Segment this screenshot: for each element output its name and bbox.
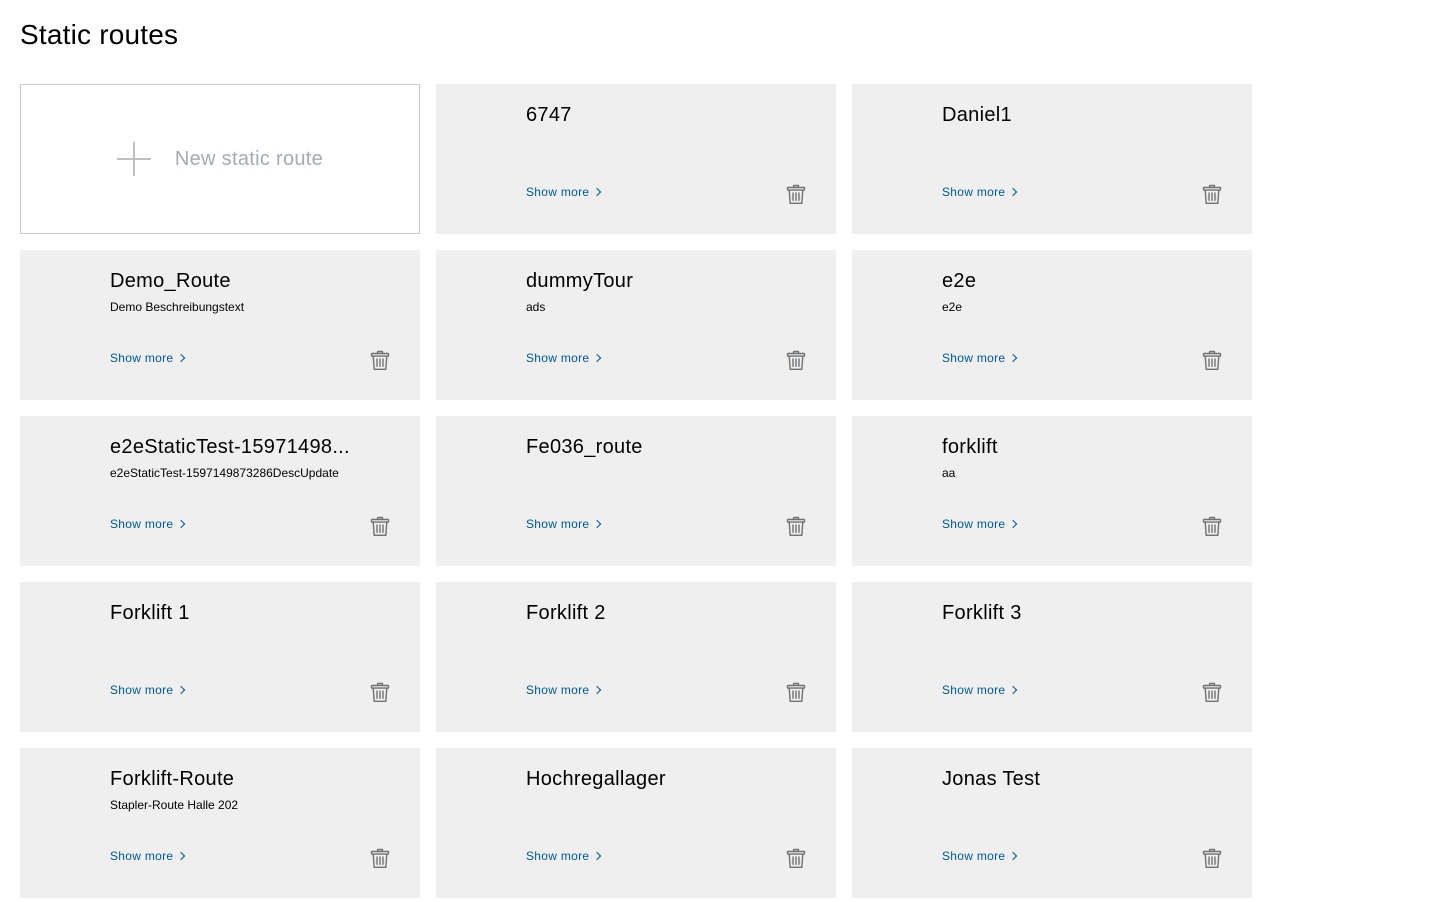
chevron-right-icon — [1009, 353, 1018, 362]
route-card: Fe036_route Show more — [436, 416, 836, 566]
trash-icon[interactable] — [1202, 349, 1222, 371]
chevron-right-icon — [593, 685, 602, 694]
show-more-link[interactable]: Show more — [942, 848, 1018, 864]
chevron-right-icon — [593, 519, 602, 528]
route-title: Fe036_route — [526, 436, 643, 458]
trash-icon[interactable] — [786, 847, 806, 869]
route-card: 6747 Show more — [436, 84, 836, 234]
show-more-link[interactable]: Show more — [942, 184, 1018, 200]
chevron-right-icon — [177, 851, 186, 860]
trash-icon[interactable] — [1202, 681, 1222, 703]
show-more-label: Show more — [942, 849, 1006, 863]
trash-icon[interactable] — [1202, 847, 1222, 869]
trash-icon[interactable] — [370, 515, 390, 537]
new-static-route-label: New static route — [174, 147, 324, 170]
route-card: Jonas Test Show more — [852, 748, 1252, 898]
chevron-right-icon — [1009, 851, 1018, 860]
route-title: Jonas Test — [942, 768, 1041, 790]
show-more-link[interactable]: Show more — [110, 848, 186, 864]
show-more-label: Show more — [526, 351, 590, 365]
show-more-link[interactable]: Show more — [526, 350, 602, 366]
route-card: Forklift 2 Show more — [436, 582, 836, 732]
route-card: Demo_Route Demo Beschreibungstext Show m… — [20, 250, 420, 400]
page-title: Static routes — [20, 19, 179, 50]
show-more-label: Show more — [110, 849, 174, 863]
trash-icon[interactable] — [786, 183, 806, 205]
chevron-right-icon — [1009, 685, 1018, 694]
chevron-right-icon — [593, 187, 602, 196]
chevron-right-icon — [177, 519, 186, 528]
show-more-label: Show more — [110, 351, 174, 365]
trash-icon[interactable] — [1202, 515, 1222, 537]
route-title: Forklift 1 — [110, 602, 190, 624]
route-card: Forklift 1 Show more — [20, 582, 420, 732]
trash-icon[interactable] — [370, 847, 390, 869]
show-more-link[interactable]: Show more — [110, 350, 186, 366]
route-card: e2e e2e Show more — [852, 250, 1252, 400]
route-description: e2e — [942, 300, 963, 314]
trash-icon[interactable] — [370, 349, 390, 371]
routes-grid: New static route 6747 Show more Daniel1 … — [20, 84, 1252, 898]
show-more-label: Show more — [942, 683, 1006, 697]
trash-icon[interactable] — [786, 349, 806, 371]
route-card: dummyTour ads Show more — [436, 250, 836, 400]
plus-icon — [116, 142, 151, 176]
route-card: Forklift 3 Show more — [852, 582, 1252, 732]
route-card: Hochregallager Show more — [436, 748, 836, 898]
trash-icon[interactable] — [786, 681, 806, 703]
chevron-right-icon — [593, 353, 602, 362]
trash-icon[interactable] — [370, 681, 390, 703]
route-description: aa — [942, 466, 956, 480]
show-more-label: Show more — [942, 517, 1006, 531]
show-more-link[interactable]: Show more — [526, 184, 602, 200]
show-more-link[interactable]: Show more — [526, 516, 602, 532]
route-description: Demo Beschreibungstext — [110, 300, 245, 314]
trash-icon[interactable] — [1202, 183, 1222, 205]
chevron-right-icon — [1009, 187, 1018, 196]
show-more-label: Show more — [110, 517, 174, 531]
new-static-route-button[interactable]: New static route — [20, 84, 420, 234]
route-title: Forklift 2 — [526, 602, 606, 624]
chevron-right-icon — [177, 353, 186, 362]
show-more-label: Show more — [942, 351, 1006, 365]
show-more-label: Show more — [526, 683, 590, 697]
route-title: Daniel1 — [942, 104, 1012, 126]
route-title: e2e — [942, 270, 977, 292]
route-card: forklift aa Show more — [852, 416, 1252, 566]
chevron-right-icon — [1009, 519, 1018, 528]
route-title: e2eStaticTest-15971498... — [110, 436, 350, 458]
show-more-link[interactable]: Show more — [110, 682, 186, 698]
chevron-right-icon — [177, 685, 186, 694]
show-more-label: Show more — [526, 849, 590, 863]
show-more-link[interactable]: Show more — [942, 516, 1018, 532]
route-title: Hochregallager — [526, 768, 666, 790]
route-description: ads — [526, 300, 546, 314]
show-more-link[interactable]: Show more — [942, 682, 1018, 698]
route-card: Daniel1 Show more — [852, 84, 1252, 234]
route-title: Forklift-Route — [110, 768, 235, 790]
route-card: e2eStaticTest-15971498... e2eStaticTest-… — [20, 416, 420, 566]
route-title: Demo_Route — [110, 270, 231, 292]
route-title: Forklift 3 — [942, 602, 1022, 624]
show-more-label: Show more — [526, 185, 590, 199]
show-more-label: Show more — [110, 683, 174, 697]
route-description: Stapler-Route Halle 202 — [110, 798, 239, 812]
chevron-right-icon — [593, 851, 602, 860]
show-more-link[interactable]: Show more — [526, 682, 602, 698]
route-description: e2eStaticTest-1597149873286DescUpdate — [110, 466, 339, 480]
show-more-link[interactable]: Show more — [110, 516, 186, 532]
show-more-label: Show more — [942, 185, 1006, 199]
route-title: forklift — [942, 436, 998, 458]
route-card: Forklift-Route Stapler-Route Halle 202 S… — [20, 748, 420, 898]
route-title: dummyTour — [526, 270, 634, 292]
show-more-label: Show more — [526, 517, 590, 531]
show-more-link[interactable]: Show more — [942, 350, 1018, 366]
trash-icon[interactable] — [786, 515, 806, 537]
route-title: 6747 — [526, 104, 572, 126]
show-more-link[interactable]: Show more — [526, 848, 602, 864]
